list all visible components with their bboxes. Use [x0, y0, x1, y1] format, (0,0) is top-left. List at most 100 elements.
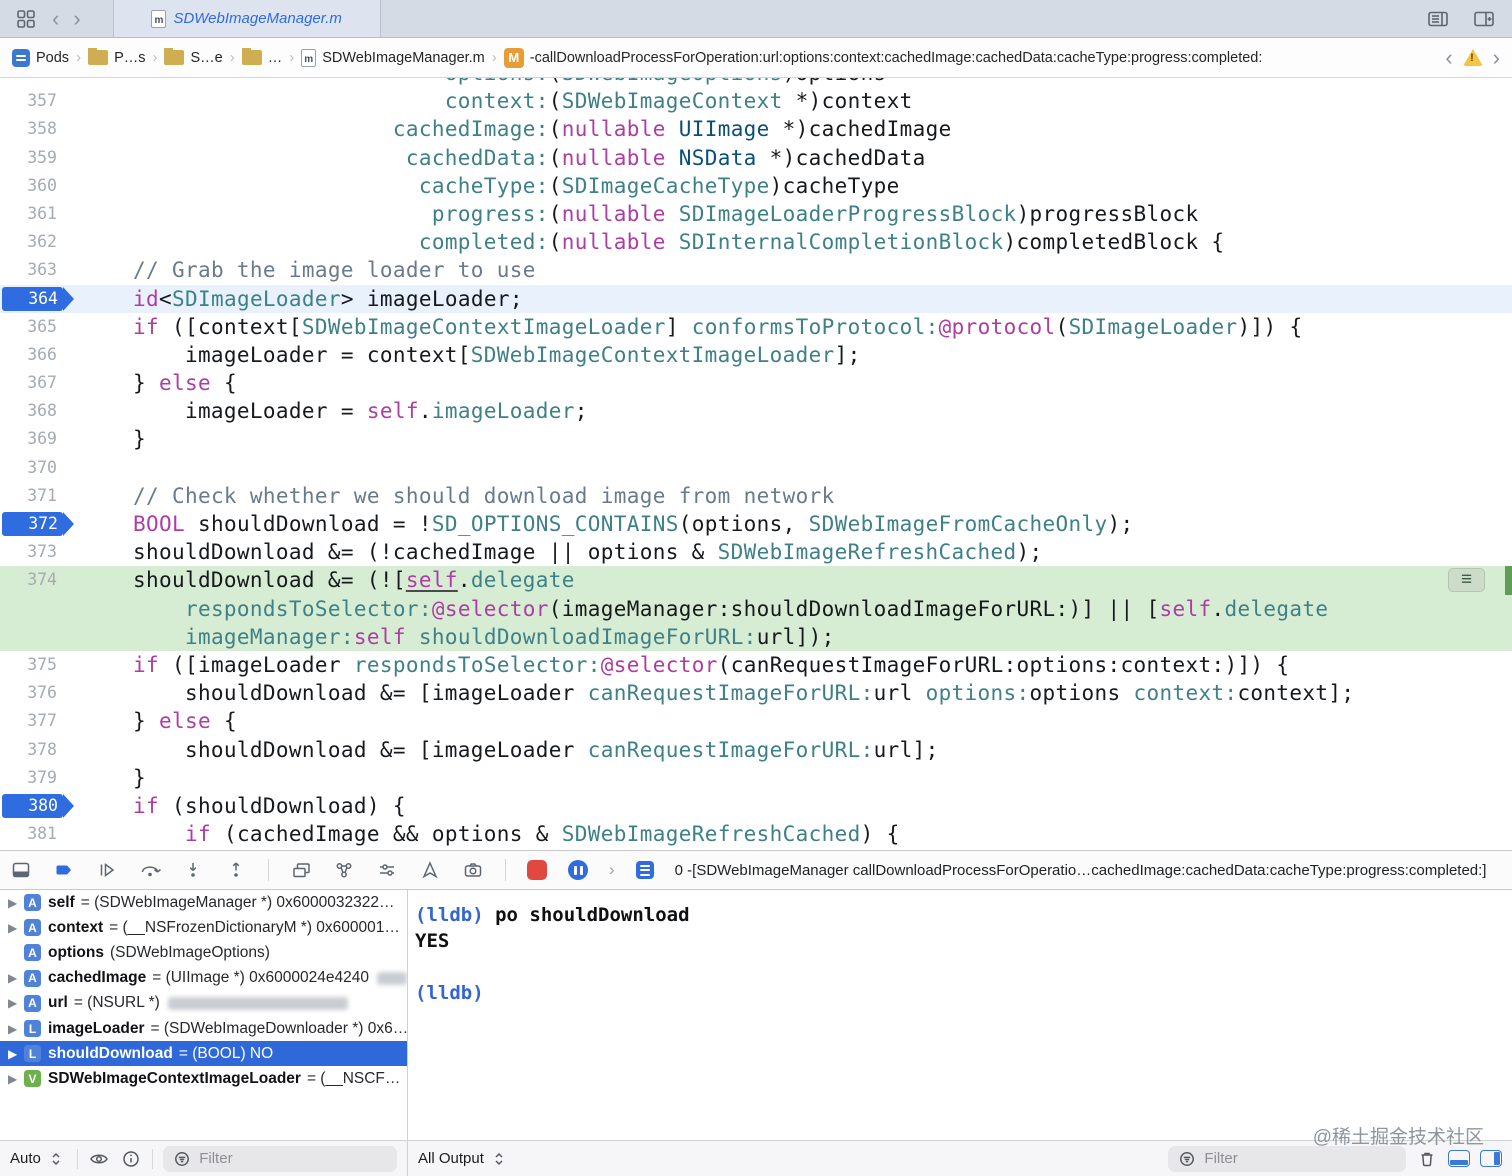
continue-icon[interactable] [96, 859, 118, 881]
code-line[interactable]: 372 BOOL shouldDownload = !SD_OPTIONS_CO… [0, 510, 1512, 538]
breadcrumb-group-3[interactable]: … [241, 47, 282, 66]
breakpoint-marker[interactable]: 372 [2, 512, 74, 536]
code-line[interactable]: 363 // Grab the image loader to use [0, 256, 1512, 284]
variable-row[interactable]: ▶ LimageLoader = (SDWebImageDownloader *) … [0, 1016, 407, 1041]
breadcrumb-group-2[interactable]: S…e [164, 47, 223, 66]
line-number-gutter[interactable]: 357 [0, 87, 81, 115]
line-number-gutter[interactable]: 361 [0, 200, 81, 228]
code-line[interactable]: 367 } else { [0, 369, 1512, 397]
step-out-icon[interactable] [225, 859, 247, 881]
code-line[interactable]: 373 shouldDownload &= (!cachedImage || o… [0, 538, 1512, 566]
environment-overrides-icon[interactable] [376, 859, 398, 881]
line-number-gutter[interactable]: 376 [0, 679, 81, 707]
line-number-gutter[interactable]: 367 [0, 369, 81, 397]
quicklook-eye-icon[interactable] [88, 1148, 110, 1170]
app-icon[interactable] [527, 860, 547, 880]
line-number-gutter[interactable]: 363 [0, 256, 81, 284]
code-line[interactable]: 362 completed:(nullable SDInternalComple… [0, 228, 1512, 256]
code-line[interactable]: 375 if ([imageLoader respondsToSelector:… [0, 651, 1512, 679]
disclosure-triangle-icon[interactable]: ▶ [8, 896, 24, 910]
breadcrumb-group-1[interactable]: P…s [88, 47, 145, 66]
add-editor-icon[interactable] [1472, 7, 1496, 31]
line-number-gutter[interactable]: 365 [0, 313, 81, 341]
back-chevron-icon[interactable]: ‹ [52, 7, 59, 30]
code-line[interactable]: 381 if (cachedImage && options & SDWebIm… [0, 820, 1512, 848]
breakpoint-marker[interactable]: 364 [2, 286, 74, 311]
line-number-gutter[interactable]: 366 [0, 341, 81, 369]
code-line[interactable]: 366 imageLoader = context[SDWebImageCont… [0, 341, 1512, 369]
variable-row[interactable]: ▶ Acontext = (__NSFrozenDictionaryM *) 0x6… [0, 915, 407, 940]
info-icon[interactable] [120, 1148, 142, 1170]
code-line[interactable]: 376 shouldDownload &= [imageLoader canRe… [0, 679, 1512, 707]
variable-row[interactable]: ▶ Aurl = (NSURL *) [0, 991, 407, 1016]
disclosure-triangle-icon[interactable]: ▶ [8, 996, 24, 1010]
code-line[interactable]: 378 shouldDownload &= [imageLoader canRe… [0, 736, 1512, 764]
code-line[interactable]: 359 cachedData:(nullable NSData *)cached… [0, 144, 1512, 172]
breakpoint-marker[interactable]: 380 [2, 793, 74, 818]
dock-bottom-icon[interactable] [1448, 1150, 1470, 1167]
variable-row[interactable]: Aoptions (SDWebImageOptions) [0, 940, 407, 965]
editor-options-icon[interactable] [1426, 7, 1450, 31]
step-into-icon[interactable] [182, 859, 204, 881]
line-number-gutter[interactable]: 378 [0, 736, 81, 764]
line-number-gutter[interactable] [0, 595, 81, 623]
memory-graph-icon[interactable] [333, 859, 355, 881]
line-number-gutter[interactable]: 373 [0, 538, 81, 566]
code-line[interactable]: 361 progress:(nullable SDImageLoaderProg… [0, 200, 1512, 228]
line-number-gutter[interactable]: 360 [0, 172, 81, 200]
console-scope-selector[interactable]: All Output [418, 1148, 510, 1170]
hide-debug-area-icon[interactable] [10, 859, 32, 881]
variable-row[interactable]: ▶ AcachedImage = (UIImage *) 0x6000024e424… [0, 966, 407, 991]
line-number-gutter[interactable]: 377 [0, 707, 81, 735]
code-line[interactable]: 377 } else { [0, 707, 1512, 735]
line-number-gutter[interactable]: 369 [0, 425, 81, 453]
variable-scope-selector[interactable]: Auto [10, 1148, 67, 1170]
disclosure-triangle-icon[interactable]: ▶ [8, 1072, 24, 1086]
breakpoints-toggle-icon[interactable] [53, 859, 75, 881]
next-issue-chevron-icon[interactable]: › [1493, 46, 1500, 69]
code-line[interactable]: 358 cachedImage:(nullable UIImage *)cach… [0, 115, 1512, 143]
code-line[interactable]: 368 imageLoader = self.imageLoader; [0, 397, 1512, 425]
line-number-gutter[interactable] [0, 623, 81, 651]
thread-indicator-tag[interactable]: ≡ [1448, 568, 1485, 593]
line-number-gutter[interactable]: 370 [0, 454, 81, 482]
disclosure-triangle-icon[interactable]: ▶ [8, 921, 24, 935]
code-editor[interactable]: options:(SDWebImageOptions)options357 co… [0, 78, 1512, 850]
code-line[interactable]: 364 id<SDImageLoader> imageLoader; [0, 284, 1512, 313]
variable-row[interactable]: ▶ Aself = (SDWebImageManager *) 0x60000323… [0, 890, 407, 915]
line-number-gutter[interactable]: 362 [0, 228, 81, 256]
code-line[interactable]: respondsToSelector:@selector(imageManage… [0, 594, 1512, 623]
editor-tab[interactable]: m SDWebImageManager.m [112, 0, 381, 37]
console-filter-field[interactable] [1168, 1145, 1406, 1172]
variables-filter-input[interactable] [197, 1149, 388, 1168]
forward-chevron-icon[interactable]: › [73, 7, 80, 30]
console-filter-input[interactable] [1202, 1149, 1397, 1168]
paused-thread-icon[interactable] [568, 860, 588, 880]
line-number-gutter[interactable]: 372 [0, 510, 81, 538]
line-number-gutter[interactable]: 368 [0, 397, 81, 425]
line-number-gutter[interactable]: 374 [0, 566, 81, 594]
code-line[interactable]: 370 [0, 454, 1512, 482]
code-line[interactable]: imageManager:self shouldDownloadImageFor… [0, 622, 1512, 651]
line-number-gutter[interactable]: 380 [0, 792, 81, 820]
breadcrumb-project[interactable]: Pods [12, 48, 69, 67]
line-number-gutter[interactable]: 375 [0, 651, 81, 679]
view-hierarchy-icon[interactable] [290, 859, 312, 881]
line-number-gutter[interactable]: 364 [0, 285, 81, 313]
code-line[interactable]: 371 // Check whether we should download … [0, 482, 1512, 510]
metal-capture-icon[interactable] [462, 859, 484, 881]
previous-issue-chevron-icon[interactable]: ‹ [1445, 46, 1452, 69]
code-line[interactable]: 374 shouldDownload &= (![self.delegate ≡ [0, 566, 1512, 595]
variable-row[interactable]: ▶ LshouldDownload = (BOOL) NO [0, 1041, 407, 1067]
tab-overview-icon[interactable] [14, 7, 38, 31]
code-line[interactable]: options:(SDWebImageOptions)options [0, 78, 1512, 87]
disclosure-triangle-icon[interactable]: ▶ [8, 1022, 24, 1036]
stack-frame-label[interactable]: 0 -[SDWebImageManager callDownloadProces… [675, 862, 1487, 879]
trash-icon[interactable] [1416, 1148, 1438, 1170]
warning-icon[interactable] [1462, 49, 1483, 66]
line-number-gutter[interactable]: 358 [0, 115, 81, 143]
disclosure-triangle-icon[interactable]: ▶ [8, 1047, 24, 1061]
code-line[interactable]: 360 cacheType:(SDImageCacheType)cacheTyp… [0, 172, 1512, 200]
variables-filter-field[interactable] [162, 1145, 397, 1172]
line-number-gutter[interactable]: 381 [0, 820, 81, 848]
